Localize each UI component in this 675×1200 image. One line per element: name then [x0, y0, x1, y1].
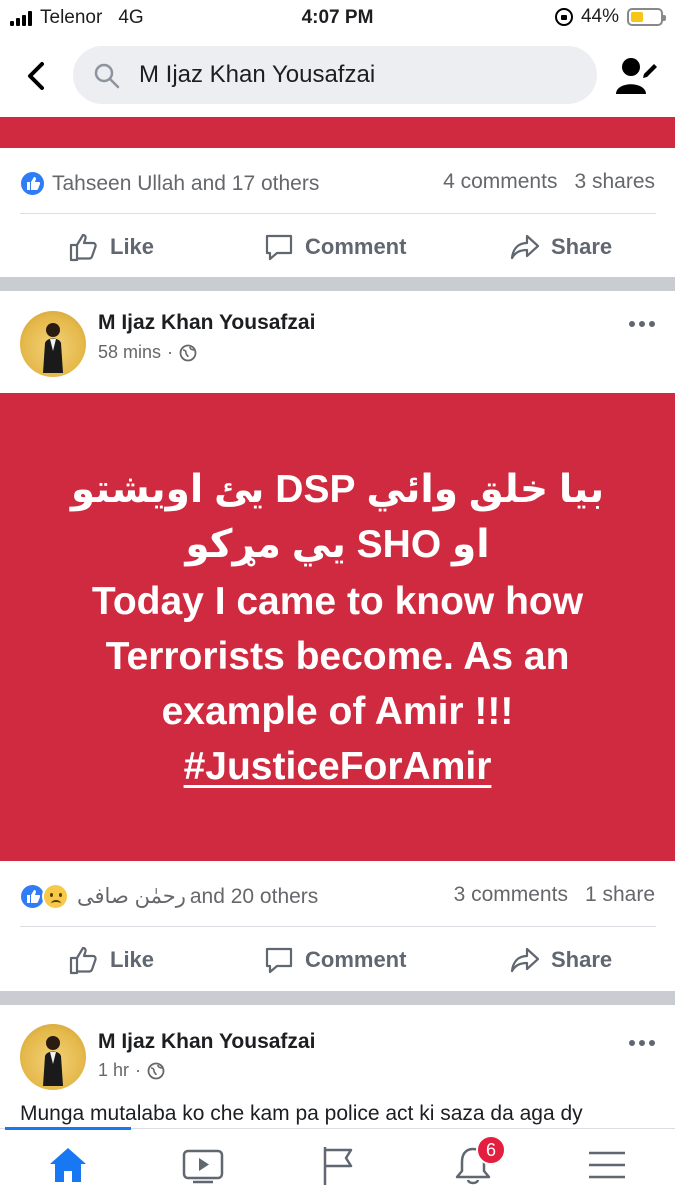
post-line-1: Today I came to know how — [91, 580, 584, 623]
post-line-pashto-2: او SHO يي مړکو — [185, 523, 490, 566]
profile-edit-icon[interactable] — [614, 54, 658, 98]
like-button[interactable]: Like — [68, 231, 154, 263]
comment-button[interactable]: Comment — [263, 944, 406, 976]
battery-icon — [627, 8, 666, 26]
comment-button[interactable]: Comment — [263, 231, 406, 263]
share-arrow-icon — [510, 947, 540, 973]
thumbs-up-icon — [69, 233, 97, 262]
comment-bubble-icon — [265, 947, 293, 974]
share-arrow-icon — [510, 234, 540, 260]
profile-photo — [43, 323, 63, 373]
post-line-3: example of Amir !!! — [161, 690, 514, 733]
notifications-badge: 6 — [476, 1135, 506, 1165]
more-options-icon[interactable] — [629, 321, 655, 327]
comments-count[interactable]: 3 comments — [454, 883, 568, 907]
post-header: M Ijaz Khan Yousafzai 58 mins · — [0, 311, 675, 401]
like-reaction-icon — [19, 170, 46, 197]
globe-icon — [147, 1062, 165, 1079]
share-button[interactable]: Share — [509, 944, 612, 976]
pages-flag-icon[interactable] — [317, 1143, 361, 1187]
avatar[interactable] — [20, 311, 86, 377]
back-arrow-icon[interactable] — [22, 58, 52, 94]
hashtag-link[interactable]: #JusticeForAmir — [184, 745, 492, 788]
status-bar: Telenor 4G 4:07 PM 44% — [0, 0, 675, 36]
search-query: M Ijaz Khan Yousafzai — [139, 61, 376, 88]
active-tab-indicator — [5, 1127, 131, 1130]
feed-separator — [0, 991, 675, 1005]
divider — [20, 926, 656, 927]
like-label: Like — [110, 234, 155, 259]
post-author[interactable]: M Ijaz Khan Yousafzai — [98, 1030, 315, 1054]
reactors-text: Tahseen Ullah and 17 others — [52, 171, 320, 195]
post-reactions[interactable]: رحمٰن صافی and 20 others 3 comments 1 sh… — [0, 875, 675, 915]
share-label: Share — [551, 234, 613, 259]
post-author[interactable]: M Ijaz Khan Yousafzai — [98, 311, 315, 335]
profile-photo — [43, 1036, 63, 1086]
post-actions: Like Comment Share — [0, 932, 675, 988]
feed-separator — [0, 277, 675, 291]
post-text-snippet[interactable]: Munga mutalaba ko che kam pa police act … — [20, 1102, 583, 1126]
watch-video-icon[interactable] — [181, 1143, 225, 1187]
comment-label: Comment — [305, 234, 407, 259]
next-post-header: M Ijaz Khan Yousafzai 1 hr · — [0, 1024, 675, 1114]
sad-reaction-icon — [42, 883, 69, 910]
avatar[interactable] — [20, 1024, 86, 1090]
search-icon — [94, 63, 120, 89]
post-time[interactable]: 1 hr — [98, 1060, 129, 1081]
shares-count[interactable]: 1 share — [585, 883, 655, 907]
like-button[interactable]: Like — [68, 944, 154, 976]
post-line-2: Terrorists become. As an — [105, 635, 570, 678]
previous-post-image[interactable] — [0, 117, 675, 148]
share-button[interactable]: Share — [509, 231, 612, 263]
like-label: Like — [110, 947, 155, 972]
reactor-name: رحمٰن صافی — [77, 885, 186, 908]
post-time[interactable]: 58 mins — [98, 342, 161, 363]
bottom-tab-bar — [0, 1127, 675, 1200]
comment-bubble-icon — [265, 234, 293, 261]
reactors-others: and 20 others — [189, 884, 319, 908]
comment-label: Comment — [305, 947, 407, 972]
post-line-pashto-1: بیا خلق وائي DSP يئ اویشتو — [70, 468, 605, 511]
menu-hamburger-icon[interactable] — [585, 1143, 629, 1187]
globe-icon — [179, 344, 197, 361]
post-text-card[interactable]: بیا خلق وائي DSP يئ اویشتو او SHO يي مړک… — [0, 393, 675, 861]
home-icon[interactable] — [46, 1143, 90, 1187]
thumbs-up-icon — [69, 946, 97, 975]
previous-post-actions: Like Comment Share — [0, 219, 675, 275]
search-input[interactable]: M Ijaz Khan Yousafzai — [73, 46, 597, 104]
previous-post-reactions[interactable]: Tahseen Ullah and 17 others 4 comments 3… — [0, 162, 675, 202]
divider — [20, 213, 656, 214]
orientation-lock-icon — [554, 8, 573, 26]
comments-count[interactable]: 4 comments — [443, 170, 557, 194]
shares-count[interactable]: 3 shares — [574, 170, 655, 194]
search-header: M Ijaz Khan Yousafzai — [0, 40, 675, 112]
share-label: Share — [551, 947, 613, 972]
more-options-icon[interactable] — [629, 1040, 655, 1046]
battery-percent: 44% — [580, 6, 619, 27]
